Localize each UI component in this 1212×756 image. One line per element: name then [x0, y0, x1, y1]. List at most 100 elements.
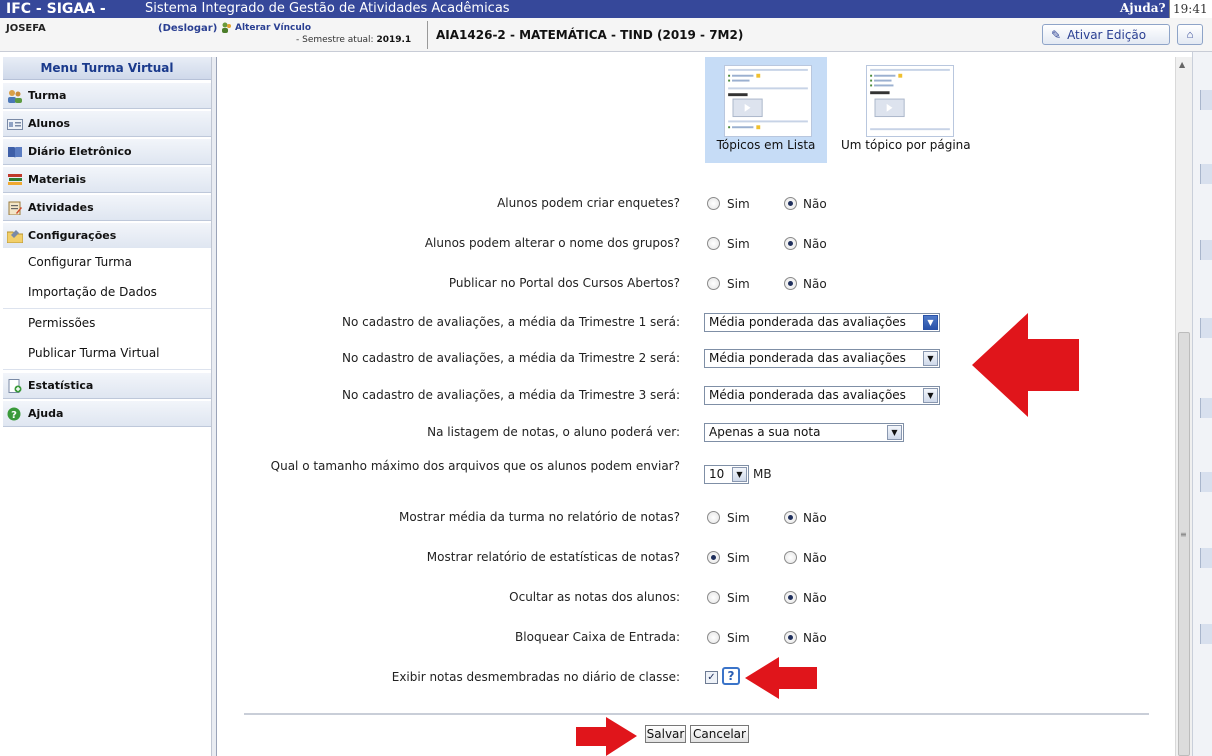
grades-view-select-value: Apenas a sua nota [709, 425, 821, 439]
info-bar: JOSEFA (Deslogar) Alterar Vínculo - Seme… [0, 18, 1212, 52]
groups-no-radio[interactable] [784, 237, 797, 250]
tri1-select[interactable]: Média ponderada das avaliações ▼ [704, 313, 940, 332]
cancel-button[interactable]: Cancelar [690, 725, 749, 743]
tri2-select[interactable]: Média ponderada das avaliações ▼ [704, 349, 940, 368]
layout-option-paged-label: Um tópico por página [841, 138, 971, 152]
annotation-arrow-right-small [576, 717, 637, 756]
portal-yes-label: Sim [727, 277, 750, 291]
top-bar: IFC - SIGAA - Sistema Integrado de Gestã… [0, 0, 1212, 18]
tri3-select-value: Média ponderada das avaliações [709, 388, 906, 402]
main-scrollbar[interactable]: ▲ ≡ [1175, 57, 1192, 756]
stats-report-yes-radio[interactable] [707, 551, 720, 564]
block-inbox-no-radio[interactable] [784, 631, 797, 644]
portal-no-radio[interactable] [784, 277, 797, 290]
activate-edit-label: Ativar Edição [1067, 28, 1147, 42]
groups-yes-radio[interactable] [707, 237, 720, 250]
sidebar-item-label: Alunos [28, 117, 71, 130]
polls-yes-radio[interactable] [707, 197, 720, 210]
hide-grades-no-label: Não [803, 591, 827, 605]
pencil-icon: ✎ [1051, 28, 1062, 42]
split-grades-checkbox[interactable]: ✓ [705, 671, 718, 684]
portal-question: Publicar no Portal dos Cursos Abertos? [448, 276, 680, 290]
avg-report-no-radio[interactable] [784, 511, 797, 524]
hide-grades-yes-radio[interactable] [707, 591, 720, 604]
user-name: JOSEFA [6, 23, 46, 34]
tri3-select[interactable]: Média ponderada das avaliações ▼ [704, 386, 940, 405]
sidebar-item-diario[interactable]: Diário Eletrônico [3, 139, 211, 165]
stats-report-no-label: Não [803, 551, 827, 565]
polls-no-radio[interactable] [784, 197, 797, 210]
sidebar-item-alunos[interactable]: Alunos [3, 111, 211, 137]
tri1-question: No cadastro de avaliações, a média da Tr… [342, 315, 680, 329]
panel-tab[interactable] [1200, 90, 1212, 110]
sidebar-title: Menu Turma Virtual [3, 57, 211, 80]
sidebar-subitem-permissoes[interactable]: Permissões [3, 309, 211, 340]
current-semester: - Semestre atual: 2019.1 [296, 35, 412, 45]
layout-option-list-label: Tópicos em Lista [716, 138, 816, 152]
hide-grades-no-radio[interactable] [784, 591, 797, 604]
max-size-question: Qual o tamanho máximo dos arquivos que o… [270, 459, 680, 473]
sidebar-item-label: Diário Eletrônico [28, 145, 132, 158]
max-size-select[interactable]: 10 ▼ [704, 465, 749, 484]
sidebar-subitem-publicar[interactable]: Publicar Turma Virtual [3, 339, 211, 370]
system-name: Sistema Integrado de Gestão de Atividade… [145, 1, 510, 16]
sidebar-item-ajuda[interactable]: ? Ajuda [3, 401, 211, 427]
block-inbox-question: Bloquear Caixa de Entrada: [515, 630, 680, 644]
chevron-down-icon: ▼ [732, 467, 747, 482]
sidebar-item-label: Configurações [28, 229, 117, 242]
id-card-icon [7, 119, 23, 130]
sidebar-item-configuracoes[interactable]: Configurações [3, 223, 211, 249]
stats-report-question: Mostrar relatório de estatísticas de not… [426, 550, 680, 564]
sidebar-menu: Menu Turma Virtual Turma Alunos Diário E… [3, 57, 211, 756]
help-link[interactable]: Ajuda? [1120, 0, 1166, 16]
tri2-select-value: Média ponderada das avaliações [709, 351, 906, 365]
panel-tab[interactable] [1200, 548, 1212, 568]
book-icon [8, 147, 22, 158]
folder-settings-icon [7, 230, 23, 243]
scrollbar-thumb[interactable] [1178, 332, 1190, 756]
stats-report-yes-label: Sim [727, 551, 750, 565]
list-layout-preview [724, 65, 812, 137]
sidebar-item-label: Turma [28, 89, 67, 102]
portal-yes-radio[interactable] [707, 277, 720, 290]
panel-tab[interactable] [1200, 164, 1212, 184]
panel-tab[interactable] [1200, 398, 1212, 418]
home-button[interactable]: ⌂ [1177, 24, 1203, 45]
activate-edit-button[interactable]: ✎ Ativar Edição [1042, 24, 1170, 45]
sidebar-item-atividades[interactable]: Atividades [3, 195, 211, 221]
class-title: AIA1426-2 - MATEMÁTICA - TIND (2019 - 7M… [436, 28, 744, 42]
chevron-down-icon: ▼ [923, 351, 938, 366]
block-inbox-no-label: Não [803, 631, 827, 645]
panel-tab[interactable] [1200, 472, 1212, 492]
help-icon[interactable]: ? [722, 667, 740, 685]
semester-value: 2019.1 [376, 35, 412, 45]
sidebar-item-turma[interactable]: Turma [3, 83, 211, 109]
stats-report-no-radio[interactable] [784, 551, 797, 564]
avg-report-yes-label: Sim [727, 511, 750, 525]
grades-view-select[interactable]: Apenas a sua nota ▼ [704, 423, 904, 442]
panel-tab[interactable] [1200, 624, 1212, 644]
layout-option-list[interactable]: Tópicos em Lista [705, 57, 827, 163]
groups-yes-label: Sim [727, 237, 750, 251]
sidebar-splitter[interactable] [211, 57, 217, 756]
form-divider [244, 713, 1149, 715]
panel-tab[interactable] [1200, 240, 1212, 260]
panel-tab[interactable] [1200, 318, 1212, 338]
paged-layout-preview [866, 65, 954, 137]
app-name: IFC - SIGAA - [6, 1, 106, 17]
sidebar-subitem-importacao[interactable]: Importação de Dados [3, 278, 211, 309]
help-circle-icon: ? [7, 407, 21, 421]
sidebar-item-estatistica[interactable]: Estatística [3, 373, 211, 399]
change-link[interactable]: Alterar Vínculo [235, 23, 311, 33]
sidebar-item-materiais[interactable]: Materiais [3, 167, 211, 193]
sidebar-item-label: Materiais [28, 173, 87, 186]
right-side-panel [1192, 52, 1212, 756]
avg-report-yes-radio[interactable] [707, 511, 720, 524]
tri1-select-value: Média ponderada das avaliações [709, 315, 906, 329]
block-inbox-yes-radio[interactable] [707, 631, 720, 644]
sidebar-subitem-configurar-turma[interactable]: Configurar Turma [3, 248, 211, 279]
logout-link[interactable]: (Deslogar) [158, 23, 217, 34]
save-button[interactable]: Salvar [645, 725, 686, 743]
layout-option-paged[interactable]: Um tópico por página [841, 57, 971, 163]
scroll-up-icon[interactable]: ▲ [1179, 60, 1185, 69]
